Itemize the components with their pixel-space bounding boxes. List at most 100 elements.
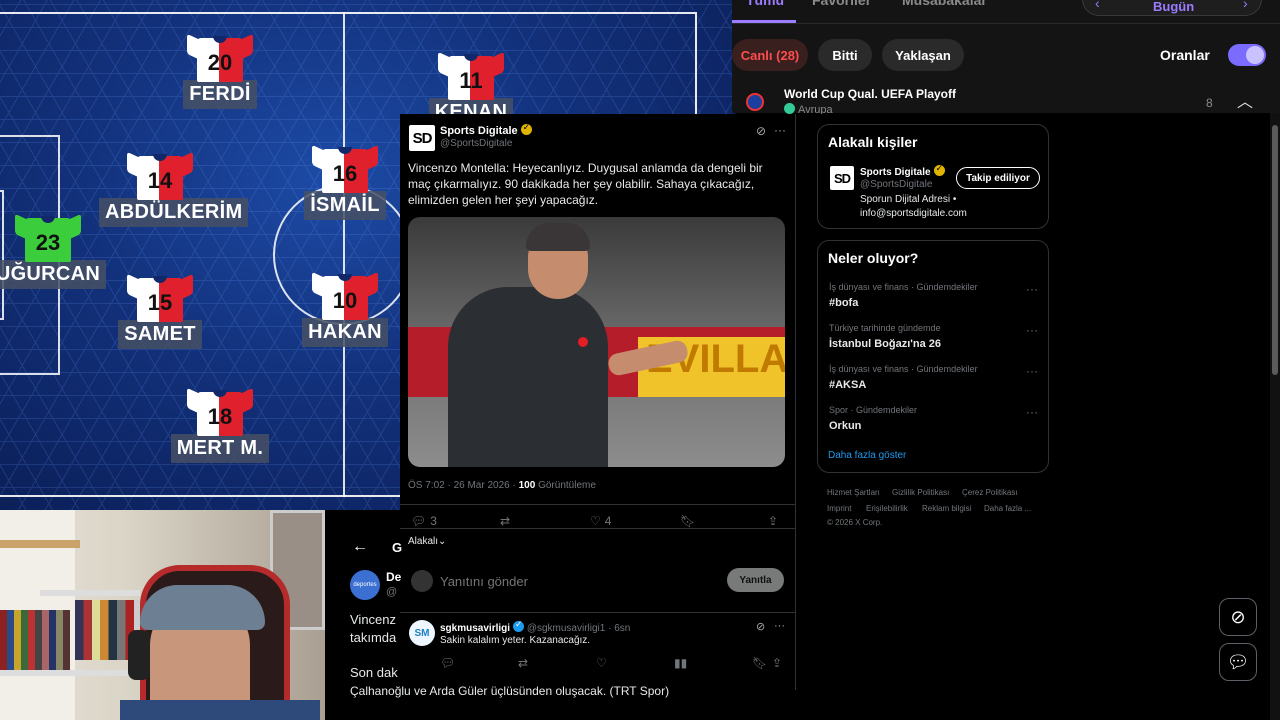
relevance-sort[interactable]: Alakalı⌄ — [408, 536, 446, 547]
footer-link[interactable]: Çerez Politikası — [962, 488, 1018, 497]
chart-icon: ▮▮ — [674, 656, 688, 670]
person-handle[interactable]: @SportsDigitale — [860, 179, 932, 190]
verified-badge-icon — [933, 163, 945, 176]
footer-link[interactable]: Erişilebilirlik — [866, 504, 908, 513]
footer-link[interactable]: Reklam bilgisi — [922, 504, 971, 513]
retweet-button[interactable]: ⇄ — [500, 514, 510, 528]
share-button[interactable]: ⇪ — [768, 514, 778, 528]
trends-card: Neler oluyor? İş dünyası ve finans · Gün… — [817, 240, 1049, 473]
player-card: 14 ABDÜLKERİM — [99, 150, 249, 227]
player-name: FERDİ — [183, 80, 257, 109]
grok-icon[interactable]: ⊘ — [756, 620, 765, 633]
tweet-photo[interactable]: EVILLA — [408, 217, 785, 467]
person-name[interactable]: Sports Digitale — [860, 167, 931, 178]
player-card: 20 FERDİ — [160, 32, 280, 109]
reply-handle[interactable]: @sgkmusavirligi1 · 6sn — [527, 623, 631, 634]
grok-icon[interactable]: ⊘ — [756, 124, 766, 138]
reply-comment-button[interactable]: 💬︎ — [440, 656, 455, 670]
player-number: 23 — [35, 230, 61, 255]
reply-author[interactable]: sgkmusavirligi — [440, 623, 510, 634]
player-number: 14 — [147, 168, 173, 193]
messages-button[interactable]: 💬︎ — [1219, 643, 1257, 681]
reply-share-button[interactable]: ⇪ — [772, 656, 782, 670]
comment-icon: 💬︎ — [440, 656, 456, 670]
more-icon[interactable]: ··· — [1026, 323, 1038, 337]
filter-finished[interactable]: Bitti — [818, 39, 872, 71]
footer-link[interactable]: Gizlilik Politikası — [892, 488, 949, 497]
reply-input[interactable] — [440, 570, 720, 592]
player-card: 10 HAKAN — [285, 270, 405, 347]
reply-like-button[interactable]: ♡ — [596, 656, 607, 670]
retweet-icon: ⇄ — [518, 656, 529, 670]
bookmark-icon: 🔖︎ — [680, 514, 696, 528]
footer-link[interactable]: Imprint — [827, 504, 851, 513]
filter-upcoming[interactable]: Yaklaşan — [882, 39, 964, 71]
back-arrow-icon[interactable]: ← — [352, 538, 368, 556]
chevron-down-icon: ⌄ — [438, 536, 447, 547]
more-icon[interactable]: ··· — [1026, 282, 1038, 296]
second-tweet-line: Vincenz — [350, 612, 397, 627]
page-scrollbar[interactable] — [1270, 113, 1280, 720]
tweet-detail: SD Sports Digitale @SportsDigitale ⊘ ···… — [400, 114, 796, 690]
more-icon[interactable]: ··· — [1026, 405, 1038, 419]
reply-bookmark-button[interactable]: 🔖︎ — [752, 656, 767, 670]
show-more-link[interactable]: Daha fazla göster — [828, 450, 906, 461]
player-name: UĞURCAN — [0, 260, 107, 289]
following-button[interactable]: Takip ediliyor — [956, 167, 1040, 189]
more-icon[interactable]: ··· — [774, 620, 785, 632]
second-tweet-avatar[interactable]: deportes — [350, 570, 380, 600]
author-avatar[interactable]: SD — [409, 125, 435, 151]
reply-text: Sakin kalalım yeter. Kazanacağız. — [440, 635, 591, 646]
player-name: ABDÜLKERİM — [99, 198, 249, 227]
tab-favorites[interactable]: Favoriler — [812, 0, 871, 8]
verified-badge-icon — [520, 122, 532, 135]
related-people-card: Alakalı kişiler SD Sports Digitale @Spor… — [817, 124, 1049, 229]
more-icon[interactable]: ··· — [1026, 364, 1038, 378]
footer-link[interactable]: Hizmet Şartları — [827, 488, 880, 497]
my-avatar[interactable] — [411, 570, 433, 592]
author-name[interactable]: Sports Digitale — [440, 125, 518, 137]
reply-avatar[interactable]: SM — [409, 620, 435, 646]
like-button[interactable]: ♡ 4 — [590, 514, 611, 528]
filter-live[interactable]: Canlı (28) — [732, 39, 808, 71]
uefa-logo-icon — [746, 93, 764, 111]
reply-button[interactable]: 💬︎ 3 — [411, 514, 437, 528]
bookmark-button[interactable]: 🔖︎ — [680, 514, 695, 528]
footer-link[interactable]: Daha fazla ... — [984, 504, 1031, 513]
tab-matches[interactable]: Müsabakalar — [902, 0, 987, 8]
chevron-right-icon[interactable]: › — [1243, 0, 1248, 11]
odds-toggle[interactable] — [1228, 44, 1266, 66]
second-tweet-handle[interactable]: @ — [386, 586, 397, 598]
chevron-up-icon[interactable]: ︿ — [1237, 88, 1253, 112]
share-icon: ⇪ — [768, 514, 779, 528]
trend-item[interactable]: Spor · Gündemdekiler Orkun — [829, 405, 1039, 432]
trend-item[interactable]: Türkiye tarihinde gündemde İstanbul Boğaz… — [829, 323, 1039, 350]
chevron-left-icon[interactable]: ‹ — [1095, 0, 1100, 11]
reply-submit-button[interactable]: Yanıtla — [727, 568, 784, 592]
league-match-count: 8 — [1206, 96, 1213, 110]
player-number: 15 — [147, 290, 173, 315]
share-icon: ⇪ — [772, 656, 783, 670]
reply-retweet-button[interactable]: ⇄ — [518, 656, 528, 670]
player-number: 20 — [207, 50, 233, 75]
player-card: 15 SAMET — [100, 272, 220, 349]
person-bio-line2[interactable]: info@sportsdigitale.com — [860, 208, 967, 219]
author-handle[interactable]: @SportsDigitale — [440, 138, 512, 149]
second-tweet-line: Son dak — [350, 665, 398, 680]
person-bio-line1: Sporun Dijital Adresi • — [860, 194, 957, 205]
trend-item[interactable]: İş dünyası ve finans · Gündemdekiler #bof… — [829, 282, 1039, 309]
footer-copyright: © 2026 X Corp. — [827, 518, 883, 527]
date-picker[interactable]: ‹ Bugün › — [1082, 0, 1262, 16]
odds-label: Oranlar — [1160, 47, 1210, 63]
reply-views-button[interactable]: ▮▮ — [674, 656, 687, 670]
trend-item[interactable]: İş dünyası ve finans · Gündemdekiler #AKS… — [829, 364, 1039, 391]
grok-icon: ⊘ — [1230, 606, 1246, 627]
player-name: SAMET — [118, 320, 202, 349]
person-avatar[interactable]: SD — [830, 166, 854, 190]
second-tweet-author[interactable]: De — [386, 570, 401, 584]
heart-icon: ♡ — [596, 656, 607, 670]
more-icon[interactable]: ··· — [774, 123, 786, 137]
tab-all[interactable]: Tümü — [746, 0, 784, 8]
grok-button[interactable]: ⊘ — [1219, 598, 1257, 636]
league-name[interactable]: World Cup Qual. UEFA Playoff — [784, 87, 956, 101]
